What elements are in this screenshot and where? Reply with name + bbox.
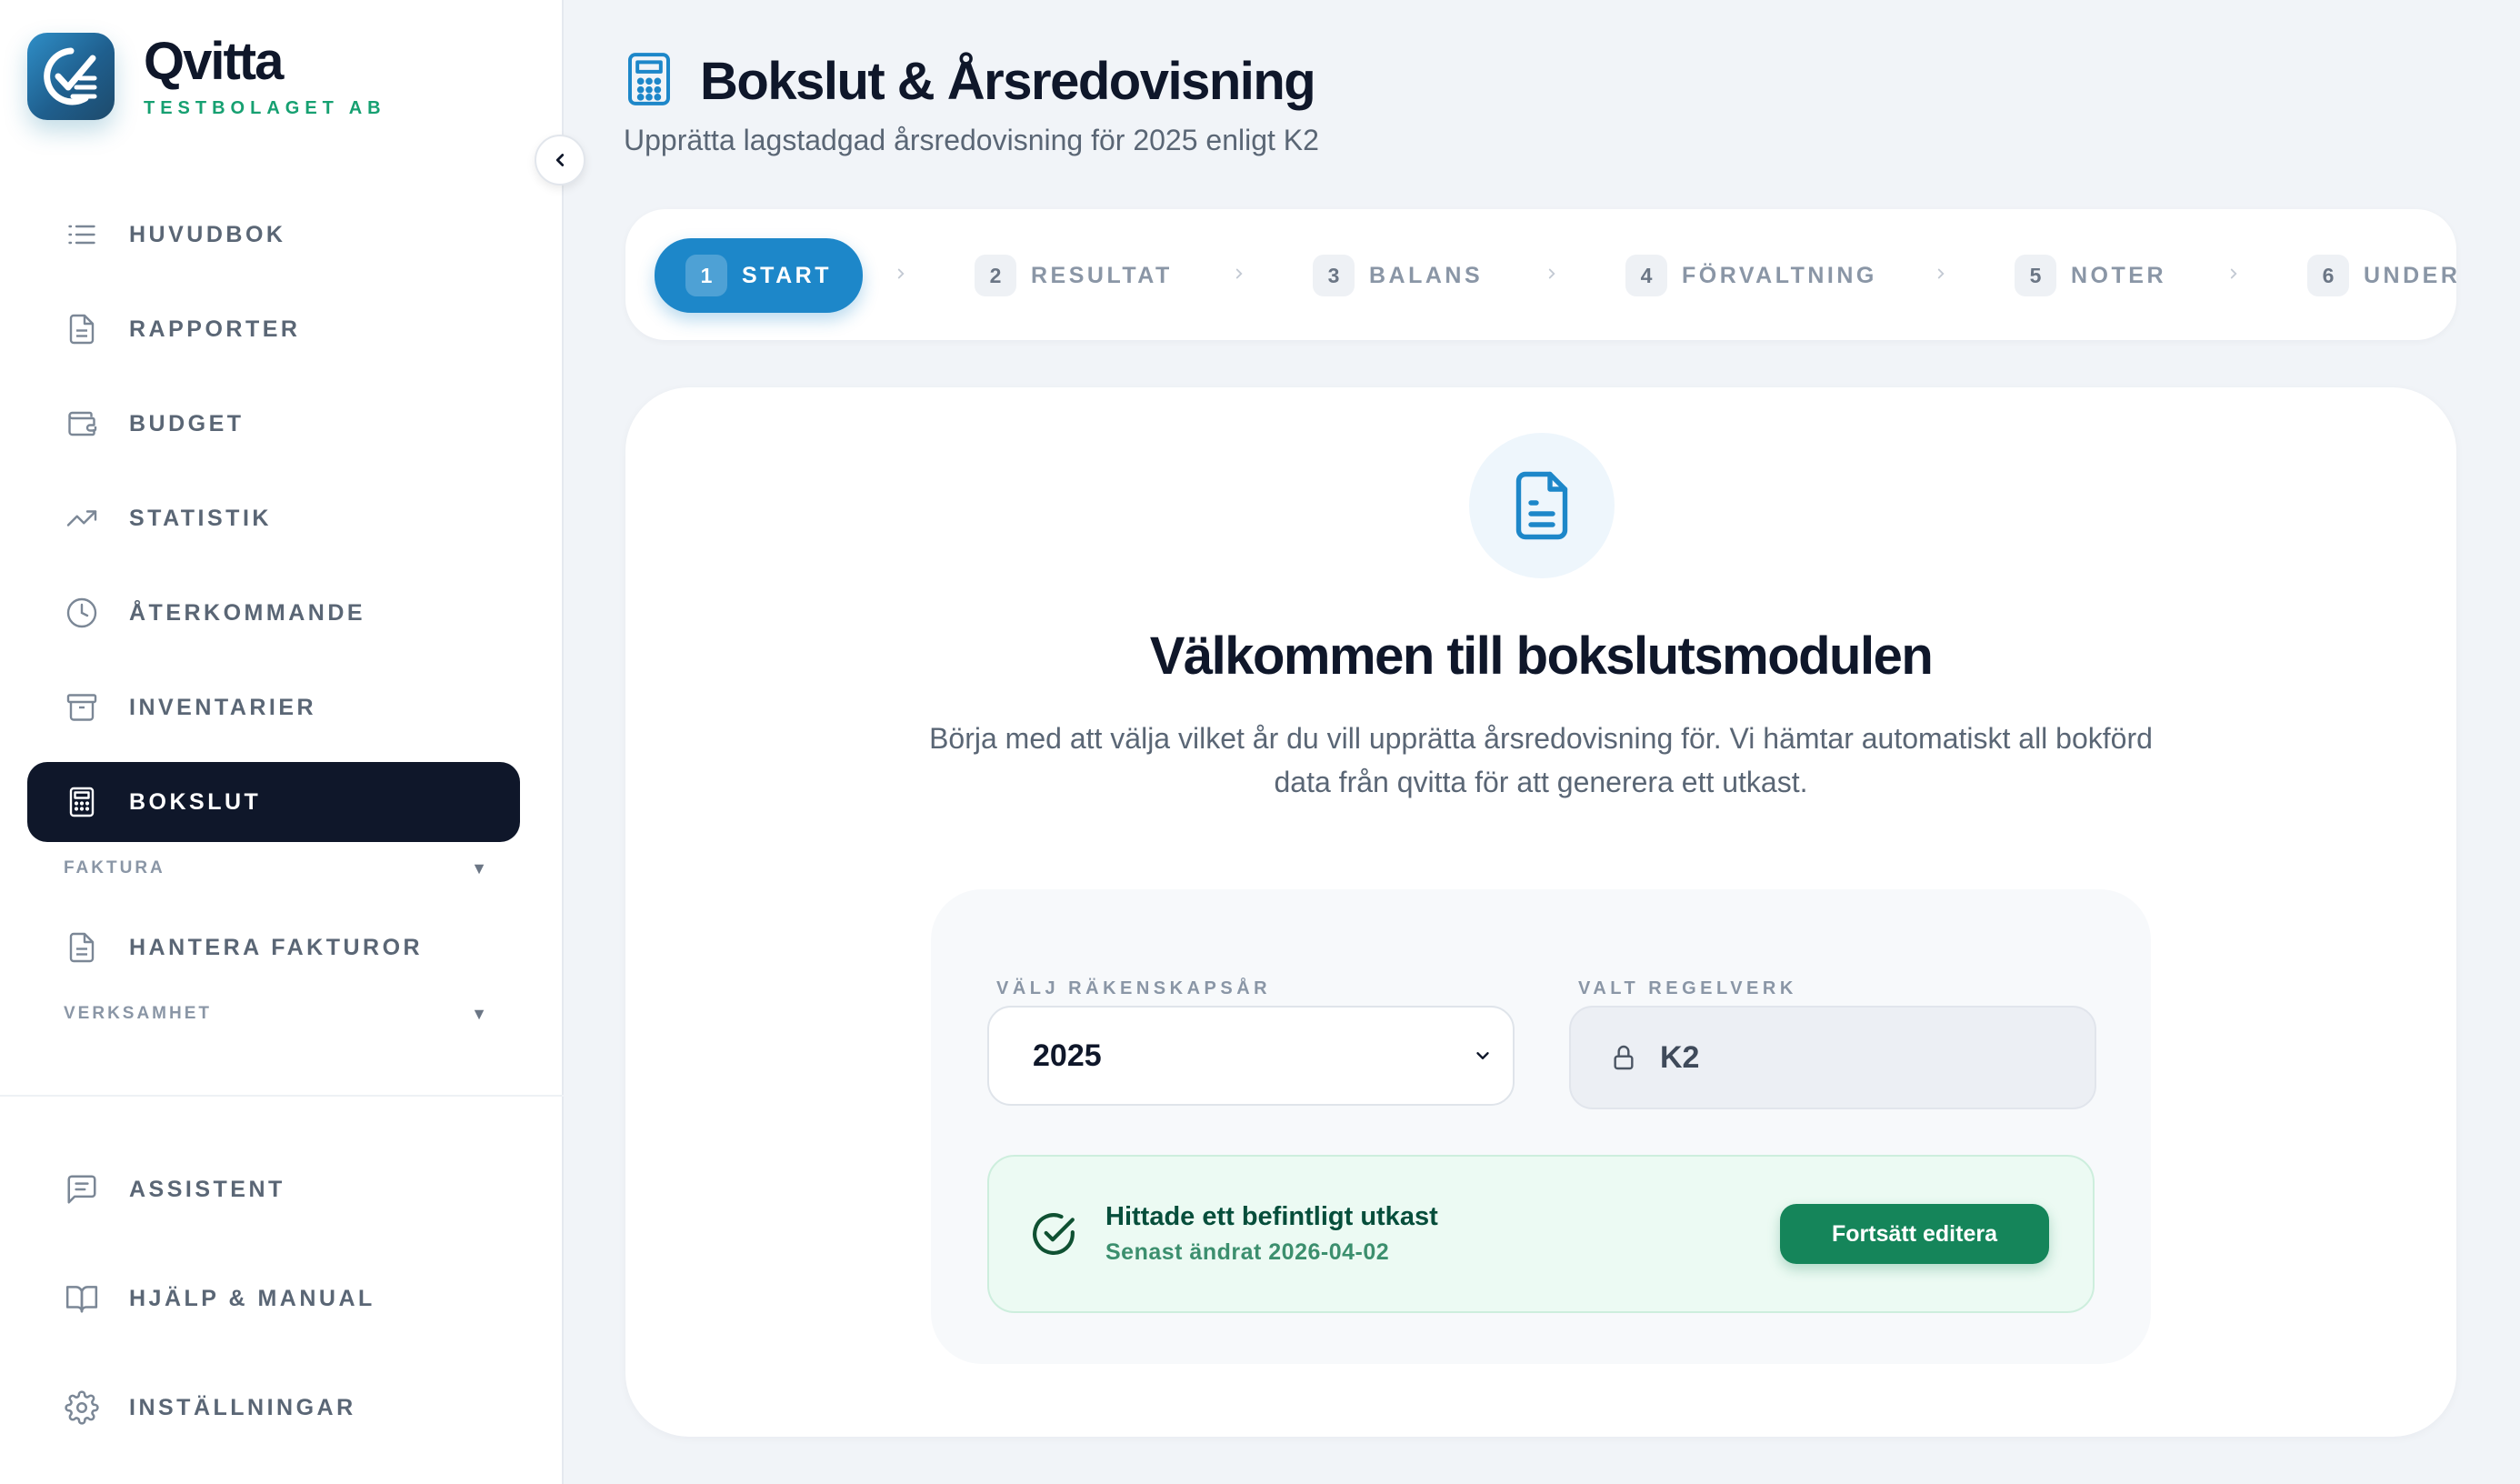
sidebar-item-label: HJÄLP & MANUAL <box>129 1285 375 1311</box>
step-label: NOTER <box>2071 262 2166 288</box>
chevron-down-icon <box>1476 1052 1489 1059</box>
sidebar-item-rapporter[interactable]: RAPPORTER <box>27 289 520 369</box>
step-start[interactable]: 1 START <box>655 238 863 313</box>
check-circle-icon <box>1033 1213 1075 1255</box>
section-label: VERKSAMHET <box>64 1004 213 1023</box>
sidebar-item-label: INSTÄLLNINGAR <box>129 1394 356 1420</box>
continue-editing-button[interactable]: Fortsätt editera <box>1780 1204 2049 1264</box>
trend-icon <box>64 500 100 536</box>
page-title: Bokslut & Årsredovisning <box>700 52 1316 111</box>
sidebar-bottom-nav: ASSISTENT HJÄLP & MANUAL INSTÄLLNINGAR <box>27 1149 520 1477</box>
step-label: BALANS <box>1369 262 1484 288</box>
welcome-description: Börja med att välja vilket år du vill up… <box>929 722 2153 798</box>
framework-field: K2 <box>1569 1006 2096 1109</box>
chevron-left-icon <box>555 154 565 166</box>
caret-down-icon: ▼ <box>471 1004 487 1023</box>
sidebar-item-label: HANTERA FAKTUROR <box>129 934 424 960</box>
calculator-icon <box>624 51 675 112</box>
archive-icon <box>64 689 100 726</box>
chevron-right-icon <box>2220 260 2247 287</box>
welcome-title: Välkommen till bokslutsmodulen <box>1149 627 1934 686</box>
book-icon <box>64 1280 100 1317</box>
sidebar-item-huvudbok[interactable]: HUVUDBOK <box>27 195 520 275</box>
brand-name: Qvitta <box>144 31 284 91</box>
sidebar-item-bokslut[interactable]: BOKSLUT <box>27 762 520 842</box>
step-number: 5 <box>2015 255 2056 296</box>
document-icon <box>64 929 100 966</box>
setup-panel: VÄLJ RÄKENSKAPSÅR 2025 VALT REGELVERK K2… <box>931 889 2151 1364</box>
chevron-right-icon <box>1538 260 1565 287</box>
chat-icon <box>64 1171 100 1208</box>
step-noter[interactable]: 5 NOTER <box>2015 238 2166 313</box>
wallet-icon <box>64 406 100 442</box>
section-label: FAKTURA <box>64 858 165 877</box>
fiscal-year-label: VÄLJ RÄKENSKAPSÅR <box>996 978 1272 998</box>
page-header: Bokslut & Årsredovisning <box>624 51 1316 112</box>
sidebar-item-label: RAPPORTER <box>129 316 301 342</box>
fiscal-year-select[interactable]: 2025 <box>987 1006 1515 1106</box>
sidebar-item-label: BUDGET <box>129 410 245 436</box>
sidebar-nav: HUVUDBOK RAPPORTER BUDGET STATISTIK ÅTER… <box>27 195 520 1053</box>
list-icon <box>64 216 100 253</box>
calculator-icon <box>64 784 100 820</box>
step-underskrifter[interactable]: 6 UNDERSKRIFTER <box>2307 238 2456 313</box>
sidebar-item-hantera-fakturor[interactable]: HANTERA FAKTUROR <box>27 907 520 988</box>
step-label: UNDERSKRIFTER <box>2364 262 2456 288</box>
chevron-right-icon <box>1225 260 1253 287</box>
draft-last-modified: Senast ändrat 2026-04-02 <box>1105 1239 1390 1265</box>
sidebar-item-budget[interactable]: BUDGET <box>27 384 520 464</box>
lock-icon <box>1614 1045 1634 1070</box>
document-icon <box>1469 433 1615 578</box>
sidebar-item-label: INVENTARIER <box>129 694 317 720</box>
welcome-card: Välkommen till bokslutsmodulen Börja med… <box>625 387 2456 1437</box>
company-name: TESTBOLAGET AB <box>144 97 386 118</box>
caret-down-icon: ▼ <box>471 858 487 877</box>
collapse-sidebar-button[interactable] <box>535 135 585 186</box>
page-subtitle: Upprätta lagstadgad årsredovisning för 2… <box>624 124 1319 156</box>
chevron-right-icon <box>887 260 915 287</box>
chevron-right-icon <box>1927 260 1955 287</box>
step-label: START <box>742 262 832 288</box>
sidebar-item-installningar[interactable]: INSTÄLLNINGAR <box>27 1368 520 1448</box>
qvitta-logo-icon <box>27 33 115 120</box>
step-resultat[interactable]: 2 RESULTAT <box>975 238 1173 313</box>
sidebar-item-hjalp[interactable]: HJÄLP & MANUAL <box>27 1258 520 1339</box>
existing-draft-notice: Hittade ett befintligt utkast Senast änd… <box>987 1155 2095 1313</box>
step-number: 1 <box>685 255 727 296</box>
sidebar-item-label: BOKSLUT <box>129 788 262 815</box>
sidebar-item-inventarier[interactable]: INVENTARIER <box>27 667 520 747</box>
sidebar-item-label: ÅTERKOMMANDE <box>129 599 366 626</box>
step-number: 3 <box>1313 255 1355 296</box>
step-number: 6 <box>2307 255 2349 296</box>
step-forvaltning[interactable]: 4 FÖRVALTNING <box>1625 238 1877 313</box>
step-label: FÖRVALTNING <box>1682 262 1877 288</box>
document-icon <box>64 311 100 347</box>
step-number: 4 <box>1625 255 1667 296</box>
step-balans[interactable]: 3 BALANS <box>1313 238 1483 313</box>
fiscal-year-value: 2025 <box>1033 1038 1102 1073</box>
section-faktura[interactable]: FAKTURA ▼ <box>27 849 520 887</box>
brand[interactable]: Qvitta TESTBOLAGET AB <box>27 33 386 120</box>
framework-label: VALT REGELVERK <box>1578 978 1797 998</box>
step-number: 2 <box>975 255 1016 296</box>
gear-icon <box>64 1389 100 1426</box>
step-label: RESULTAT <box>1031 262 1173 288</box>
sidebar-item-label: ASSISTENT <box>129 1176 285 1202</box>
sidebar-item-aterkommande[interactable]: ÅTERKOMMANDE <box>27 573 520 653</box>
section-verksamhet[interactable]: VERKSAMHET ▼ <box>27 995 520 1033</box>
wizard-stepper: 1 START 2 RESULTAT 3 BALANS 4 FÖRVALTNIN… <box>625 209 2456 340</box>
sidebar-item-label: STATISTIK <box>129 505 272 531</box>
draft-title: Hittade ett befintligt utkast <box>1105 1202 1438 1231</box>
sidebar-item-label: HUVUDBOK <box>129 221 286 247</box>
clock-icon <box>64 595 100 631</box>
sidebar-item-statistik[interactable]: STATISTIK <box>27 478 520 558</box>
sidebar-divider <box>0 1095 564 1097</box>
sidebar-item-assistent[interactable]: ASSISTENT <box>27 1149 520 1229</box>
framework-value: K2 <box>1660 1039 1700 1075</box>
sidebar: Qvitta TESTBOLAGET AB HUVUDBOK RAPPORTER… <box>0 0 564 1484</box>
